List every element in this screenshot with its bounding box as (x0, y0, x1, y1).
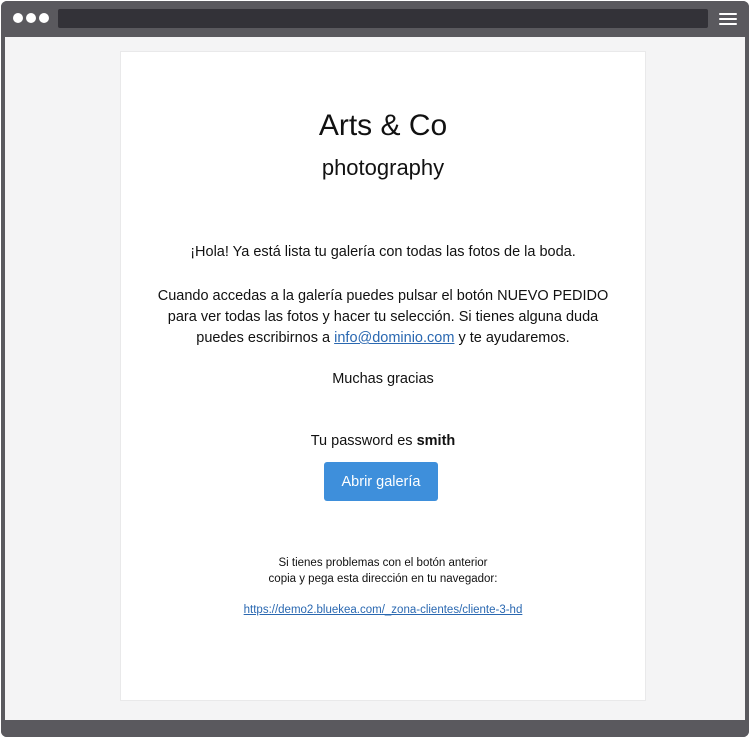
instructions-line-3-prefix: puedes escribirnos a (196, 330, 331, 346)
browser-titlebar (1, 1, 749, 37)
password-value: smith (416, 433, 456, 449)
page-viewport: Arts & Co photography ¡Hola! Ya está lis… (5, 37, 745, 720)
gallery-url-link-wrapper: https://demo2.bluekea.com/_zona-clientes… (141, 602, 625, 618)
window-dot-icon[interactable] (39, 13, 49, 23)
browser-bottom-bar (1, 720, 749, 737)
instructions-paragraph: Cuando accedas a la galería puedes pulsa… (151, 286, 615, 349)
password-line: Tu password es smith (151, 431, 615, 452)
thanks-text: Muchas gracias (332, 371, 434, 387)
instructions-line-1: Cuando accedas a la galería puedes pulsa… (157, 288, 609, 304)
email-link[interactable]: info@dominio.com (334, 330, 454, 346)
fallback-line-1: Si tienes problemas con el botón anterio… (278, 557, 488, 569)
fallback-line-2: copia y pega esta dirección en tu navega… (268, 573, 498, 585)
fallback-text: Si tienes problemas con el botón anterio… (151, 555, 615, 587)
password-label: Tu password es (310, 433, 413, 449)
address-bar[interactable] (58, 9, 708, 28)
window-controls (13, 13, 49, 23)
brand-title: Arts & Co (318, 109, 448, 142)
open-gallery-button[interactable]: Abrir galería (324, 462, 438, 501)
browser-window: Arts & Co photography ¡Hola! Ya está lis… (1, 1, 749, 737)
greeting-text: ¡Hola! Ya está lista tu galería con toda… (190, 244, 576, 260)
instructions-line-3: puedes escribirnos a info@dominio.com y … (151, 328, 615, 349)
brand-subtitle: photography (321, 155, 445, 180)
instructions-line-2: para ver todas las fotos y hacer tu sele… (167, 309, 599, 325)
hamburger-menu-icon[interactable] (719, 13, 737, 25)
window-dot-icon[interactable] (13, 13, 23, 23)
instructions-line-3-suffix: y te ayudaremos. (458, 330, 570, 346)
gallery-url-link[interactable]: https://demo2.bluekea.com/_zona-clientes… (244, 604, 523, 616)
window-dot-icon[interactable] (26, 13, 36, 23)
email-card: Arts & Co photography ¡Hola! Ya está lis… (120, 51, 646, 701)
